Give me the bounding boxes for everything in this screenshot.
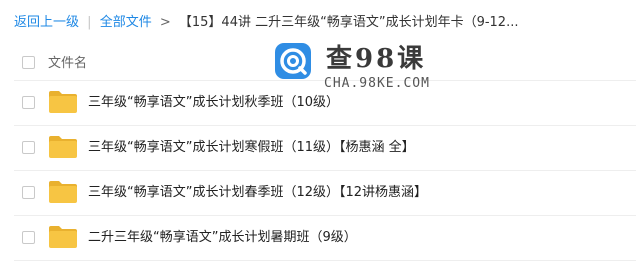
file-name[interactable]: 三年级“畅享语文”成长计划寒假班（11级）【杨惠涵 全】 [88, 138, 415, 158]
row-checkbox[interactable] [22, 96, 35, 109]
back-link[interactable]: 返回上一级 [14, 15, 79, 30]
folder-icon [49, 91, 77, 113]
file-name[interactable]: 二升三年级“畅享语文”成长计划暑期班（9级） [88, 228, 357, 248]
row-checkbox[interactable] [22, 141, 35, 154]
file-name[interactable]: 三年级“畅享语文”成长计划春季班（12级）【12讲杨惠涵】 [88, 183, 427, 203]
folder-icon [49, 181, 77, 203]
list-item[interactable]: 三年级“畅享语文”成长计划春季班（12级）【12讲杨惠涵】 [0, 171, 636, 215]
all-files-link[interactable]: 全部文件 [100, 15, 152, 30]
breadcrumb-separator: | [87, 15, 92, 30]
list-item[interactable]: 三年级“畅享语文”成长计划秋季班（10级） [0, 81, 636, 125]
current-folder-title: 【15】44讲 二升三年级“畅享语文”成长计划年卡（9-12... [178, 15, 519, 30]
breadcrumb-arrow: > [159, 15, 171, 30]
row-checkbox[interactable] [22, 186, 35, 199]
divider [14, 260, 636, 261]
row-checkbox[interactable] [22, 231, 35, 244]
list-item[interactable]: 二升三年级“畅享语文”成长计划暑期班（9级） [0, 216, 636, 260]
breadcrumb: 返回上一级 | 全部文件 > 【15】44讲 二升三年级“畅享语文”成长计划年卡… [14, 12, 518, 34]
select-all-checkbox[interactable] [22, 56, 35, 69]
file-name[interactable]: 三年级“畅享语文”成长计划秋季班（10级） [88, 93, 339, 113]
folder-icon [49, 136, 77, 158]
folder-icon [49, 226, 77, 248]
column-header-filename: 文件名 [48, 56, 88, 71]
list-item[interactable]: 三年级“畅享语文”成长计划寒假班（11级）【杨惠涵 全】 [0, 126, 636, 170]
file-list-header: 文件名 [0, 48, 636, 76]
